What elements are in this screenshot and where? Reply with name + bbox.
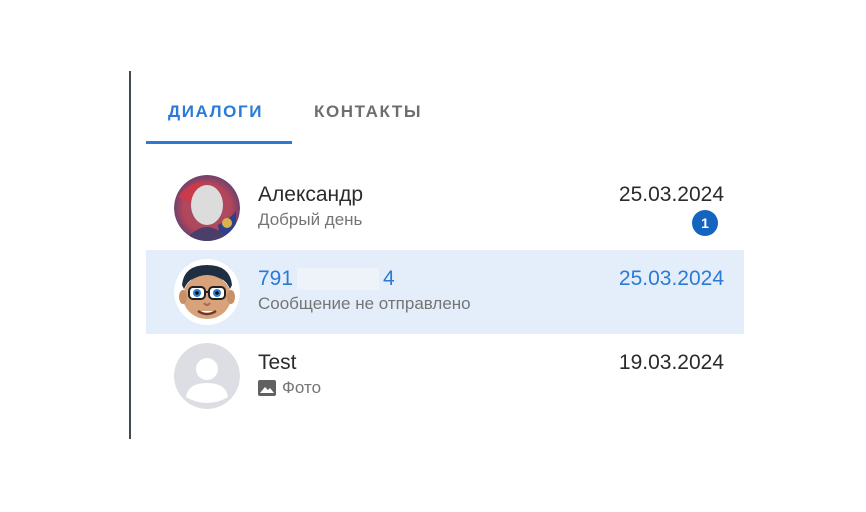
active-tab-indicator <box>146 141 292 144</box>
preview-text: Добрый день <box>258 210 363 229</box>
avatar-photo <box>174 175 240 241</box>
image-icon <box>258 380 276 396</box>
dialog-name: 791 4 <box>258 267 395 291</box>
dialog-date: 19.03.2024 <box>618 351 724 374</box>
avatar-cartoon <box>174 259 240 325</box>
dialog-preview: Добрый день <box>258 210 362 230</box>
dialog-preview: Сообщение не отправлено <box>258 294 471 314</box>
dialog-preview: Фото <box>258 378 321 398</box>
dialog-name: Александр <box>258 183 364 206</box>
left-border <box>129 71 131 439</box>
dialog-date: 25.03.2024 <box>618 183 724 206</box>
phone-suffix: 4 <box>383 267 395 290</box>
preview-text: Фото <box>282 378 322 397</box>
avatar-default-user <box>174 343 240 409</box>
tab-dialogs[interactable]: ДИАЛОГИ <box>168 102 263 122</box>
dialog-list: Александр Добрый день 25.03.2024 1 791 4… <box>146 166 744 418</box>
dialogs-panel: ДИАЛОГИ КОНТАКТЫ Александр Добрый день 2… <box>146 86 744 416</box>
dialog-name: Test <box>258 351 297 374</box>
redacted-block <box>297 268 380 291</box>
dialog-item-aleksandr[interactable]: Александр Добрый день 25.03.2024 1 <box>146 166 744 250</box>
phone-prefix: 791 <box>258 267 294 290</box>
dialog-date: 25.03.2024 <box>618 267 724 290</box>
dialog-item-phone[interactable]: 791 4 Сообщение не отправлено 25.03.2024 <box>146 250 744 334</box>
dialog-item-test[interactable]: Test Фото 19.03.2024 <box>146 334 744 418</box>
preview-text: Сообщение не отправлено <box>258 294 471 313</box>
unread-badge: 1 <box>692 210 718 236</box>
tab-bar: ДИАЛОГИ КОНТАКТЫ <box>146 86 744 144</box>
tab-contacts[interactable]: КОНТАКТЫ <box>314 102 422 122</box>
